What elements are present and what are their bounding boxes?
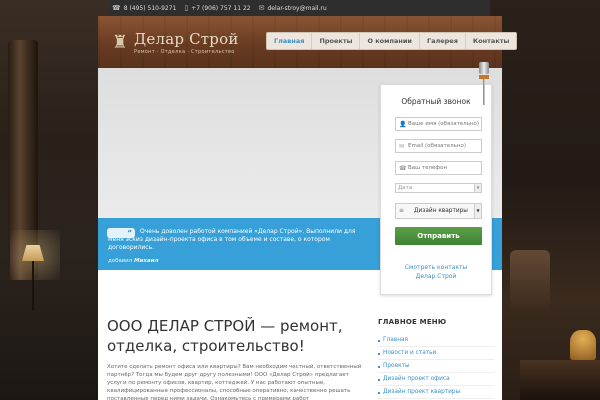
name-input[interactable] (408, 121, 480, 127)
intro-text: Хотите сделать ремонт офиса или квартиры… (107, 364, 362, 400)
phone2-text: +7 (906) 757 11 22 (191, 4, 251, 12)
sidebar-menu: ГЛАВНОЕ МЕНЮ Главная Новости и статьи Пр… (378, 318, 494, 399)
service-type-select[interactable]: ≡ Дизайн квартиры ▼ (395, 203, 482, 219)
site-header: ♜ Делар Строй Ремонт · Отделка · Строите… (98, 16, 518, 68)
sidebar-item-projects[interactable]: Проекты (378, 360, 494, 373)
testimonial-text: Очень доволен работой компанией «Делар С… (108, 228, 356, 252)
sidebar-item-apartment-design[interactable]: Дизайн проект квартиры (378, 386, 494, 399)
quote-icon: ” (107, 228, 135, 238)
sidebar-item-news[interactable]: Новости и статьи (378, 347, 494, 360)
phone-icon: ☎ (399, 164, 407, 172)
chevron-down-icon[interactable]: ▼ (474, 204, 481, 218)
sidebar-item-office-design[interactable]: Дизайн проект офиса (378, 373, 494, 386)
sidebar-menu-title: ГЛАВНОЕ МЕНЮ (378, 318, 447, 326)
submit-button[interactable]: Отправить (395, 227, 482, 245)
nav-item-projects[interactable]: Проекты (312, 33, 361, 49)
list-icon: ≡ (399, 207, 405, 214)
contacts-link[interactable]: Смотреть контакты Делар Строй (381, 263, 491, 281)
page-title: ООО ДЕЛАР СТРОЙ — ремонт, отделка, строи… (107, 317, 343, 355)
nav-item-gallery[interactable]: Галерея (420, 33, 466, 49)
sidebar-item-home[interactable]: Главная (378, 334, 494, 347)
top-contact-bar: ☎ 8 (495) 510-9271 ▯ +7 (906) 757 11 22 … (110, 0, 490, 16)
main-nav: Главная Проекты О компании Галерея Конта… (266, 32, 518, 50)
phone-input[interactable] (408, 165, 480, 171)
phone-icon: ☎ (112, 4, 121, 12)
testimonial-author-name: Михаил (134, 258, 159, 264)
date-select[interactable]: Дата ▼ (395, 183, 482, 193)
email-field[interactable]: ✉ (395, 139, 482, 153)
site-logo[interactable]: ♜ Делар Строй Ремонт · Отделка · Строите… (110, 24, 250, 62)
email-input[interactable] (408, 143, 480, 149)
pin-icon (479, 62, 489, 106)
background-photo-right (490, 0, 600, 400)
logo-tower-icon: ♜ (111, 32, 129, 53)
contact-phone1: ☎ 8 (495) 510-9271 (112, 4, 176, 12)
logo-subtitle: Ремонт · Отделка · Строительство (134, 49, 235, 55)
service-type-value: Дизайн квартиры (414, 208, 468, 214)
phone-field[interactable]: ☎ (395, 161, 482, 175)
email-link[interactable]: delar-stroy@mail.ru (267, 5, 326, 12)
background-photo-left (0, 0, 110, 400)
chevron-down-icon[interactable]: ▼ (474, 184, 481, 192)
contacts-link-line1[interactable]: Смотреть контакты (381, 263, 491, 272)
callback-form: Обратный звонок 👤 ✉ ☎ Дата ▼ ≡ Дизайн кв… (380, 84, 492, 295)
lamp-stand (32, 261, 34, 311)
mobile-icon: ▯ (184, 4, 189, 12)
vase-decoration (570, 330, 596, 360)
testimonial-author-prefix: добавил (108, 258, 133, 264)
phone1-text: 8 (495) 510-9271 (123, 4, 177, 12)
chair-decoration (510, 250, 550, 310)
name-field[interactable]: 👤 (395, 117, 482, 131)
user-icon: 👤 (399, 120, 407, 128)
nav-item-contacts[interactable]: Контакты (466, 33, 516, 49)
table-decoration (520, 360, 600, 400)
nav-item-about[interactable]: О компании (360, 33, 420, 49)
contact-email[interactable]: ✉ delar-stroy@mail.ru (259, 4, 327, 12)
mail-icon: ✉ (258, 4, 265, 12)
testimonial-author: добавил Михаил (108, 258, 158, 264)
contact-phone2: ▯ +7 (906) 757 11 22 (184, 4, 250, 12)
logo-text: Делар Строй Ремонт · Отделка · Строитель… (134, 31, 239, 55)
date-select-value: Дата (398, 185, 413, 191)
logo-title: Делар Строй (134, 30, 239, 48)
nav-item-home[interactable]: Главная (267, 33, 313, 49)
mail-icon: ✉ (399, 142, 405, 150)
callback-title: Обратный звонок (401, 97, 471, 106)
contacts-link-line2[interactable]: Делар Строй (381, 272, 491, 281)
